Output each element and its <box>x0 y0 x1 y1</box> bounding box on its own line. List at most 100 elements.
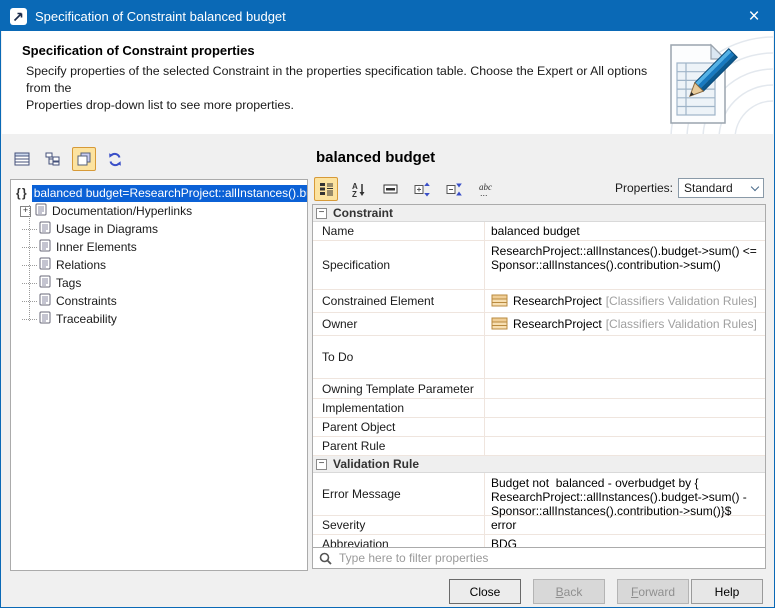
property-value[interactable] <box>485 379 765 398</box>
tree-view-icon[interactable] <box>41 147 65 171</box>
tree-item-constraints[interactable]: Constraints <box>11 292 307 310</box>
close-button[interactable]: Close <box>449 579 521 604</box>
tree-item-label: Relations <box>56 258 106 272</box>
specification-dialog: Specification of Constraint balanced bud… <box>0 0 775 608</box>
property-row-parent-object[interactable]: Parent Object <box>313 418 765 437</box>
svg-text:...: ... <box>480 188 488 196</box>
spec-page-icon <box>39 221 51 237</box>
property-value[interactable]: error <box>485 516 765 534</box>
collapse-all-icon[interactable] <box>442 177 466 201</box>
property-value[interactable]: ResearchProject [Classifiers Validation … <box>485 290 765 312</box>
tree-toolbar <box>10 147 127 171</box>
grid-view-icon[interactable] <box>10 147 34 171</box>
property-value[interactable] <box>485 336 765 378</box>
tree-item-label: Usage in Diagrams <box>56 222 158 236</box>
section-validation-rule[interactable]: − Validation Rule <box>313 456 765 473</box>
dialog-app-icon <box>10 8 27 25</box>
class-icon <box>491 294 508 310</box>
refresh-icon[interactable] <box>103 147 127 171</box>
property-value[interactable] <box>485 437 765 455</box>
property-label: Owner <box>313 313 485 335</box>
element-title: balanced budget <box>316 149 435 166</box>
property-row-error-message[interactable]: Error Message Budget not balanced - over… <box>313 473 765 516</box>
section-constraint[interactable]: − Constraint <box>313 205 765 222</box>
property-label: Implementation <box>313 399 485 417</box>
property-row-name[interactable]: Name balanced budget <box>313 222 765 241</box>
property-label: Owning Template Parameter <box>313 379 485 398</box>
spec-page-icon <box>39 275 51 291</box>
property-row-constrained-element[interactable]: Constrained Element ResearchProject [Cla… <box>313 290 765 313</box>
forward-button[interactable]: Forward <box>617 579 689 604</box>
chevron-down-icon <box>747 187 763 190</box>
tree-item-usage-in-diagrams[interactable]: Usage in Diagrams <box>11 220 307 238</box>
property-row-owner[interactable]: Owner ResearchProject [Classifiers Valid… <box>313 313 765 336</box>
button-bar: Close Back Forward Help <box>2 572 773 607</box>
close-icon[interactable]: × <box>734 7 774 26</box>
dialog-header: Specification of Constraint properties S… <box>2 31 773 135</box>
spec-tree-panel: { } balanced budget=ResearchProject::all… <box>10 179 308 571</box>
properties-mode-select[interactable]: Standard <box>678 178 764 198</box>
property-row-severity[interactable]: Severity error <box>313 516 765 535</box>
property-row-to-do[interactable]: To Do <box>313 336 765 379</box>
filter-box <box>312 547 766 569</box>
spec-page-icon <box>39 311 51 327</box>
help-button[interactable]: Help <box>691 579 763 604</box>
section-title: Constraint <box>333 206 393 220</box>
stack-view-icon[interactable] <box>72 147 96 171</box>
sort-alphabetically-icon[interactable]: AZ <box>346 177 370 201</box>
spec-page-icon <box>39 293 51 309</box>
search-icon <box>319 552 332 565</box>
document-pencil-icon <box>653 39 745 131</box>
tree-item-label: Traceability <box>56 312 117 326</box>
flat-list-icon[interactable] <box>378 177 402 201</box>
property-value[interactable] <box>485 418 765 436</box>
tree-item-inner-elements[interactable]: Inner Elements <box>11 238 307 256</box>
tree-item-documentation[interactable]: + Documentation/Hyperlinks <box>11 202 307 220</box>
properties-label: Properties: <box>615 181 673 195</box>
property-label: To Do <box>313 336 485 378</box>
property-value[interactable]: balanced budget <box>485 222 765 240</box>
window-title: Specification of Constraint balanced bud… <box>35 9 734 24</box>
class-icon <box>491 317 508 333</box>
property-row-specification[interactable]: Specification ResearchProject::allInstan… <box>313 241 765 290</box>
spec-tree: { } balanced budget=ResearchProject::all… <box>11 180 307 328</box>
property-row-owning-template-parameter[interactable]: Owning Template Parameter <box>313 379 765 399</box>
categorized-view-icon[interactable] <box>314 177 338 201</box>
tree-item-label: balanced budget=ResearchProject::allInst… <box>32 185 307 202</box>
property-label: Severity <box>313 516 485 534</box>
property-row-parent-rule[interactable]: Parent Rule <box>313 437 765 456</box>
expand-all-icon[interactable] <box>410 177 434 201</box>
property-label: Error Message <box>313 473 485 515</box>
element-name: ResearchProject <box>513 294 602 308</box>
title-bar: Specification of Constraint balanced bud… <box>1 1 774 31</box>
show-description-icon[interactable]: abc... <box>474 177 498 201</box>
property-value[interactable]: Budget not balanced - overbudget by { Re… <box>485 473 765 515</box>
section-title: Validation Rule <box>333 457 419 471</box>
main-area: { } balanced budget=ResearchProject::all… <box>2 134 773 608</box>
property-row-implementation[interactable]: Implementation <box>313 399 765 418</box>
tree-item-label: Inner Elements <box>56 240 137 254</box>
filter-input[interactable] <box>337 550 765 566</box>
property-value[interactable]: ResearchProject [Classifiers Validation … <box>485 313 765 335</box>
back-button[interactable]: Back <box>533 579 605 604</box>
property-value[interactable] <box>485 399 765 417</box>
collapse-icon[interactable]: − <box>316 208 327 219</box>
tree-item-relations[interactable]: Relations <box>11 256 307 274</box>
tree-item-selected[interactable]: { } balanced budget=ResearchProject::all… <box>11 184 307 202</box>
tree-item-tags[interactable]: Tags <box>11 274 307 292</box>
property-label: Constrained Element <box>313 290 485 312</box>
property-value[interactable]: ResearchProject::allInstances().budget->… <box>485 241 765 289</box>
tree-item-label: Tags <box>56 276 81 290</box>
constraint-braces-icon: { } <box>16 186 26 200</box>
tree-item-traceability[interactable]: Traceability <box>11 310 307 328</box>
property-label: Name <box>313 222 485 240</box>
property-label: Parent Rule <box>313 437 485 455</box>
spec-page-icon <box>39 257 51 273</box>
properties-table: − Constraint Name balanced budget Specif… <box>312 204 766 554</box>
properties-toolbar: AZ abc... <box>314 177 498 201</box>
property-label: Parent Object <box>313 418 485 436</box>
collapse-icon[interactable]: − <box>316 459 327 470</box>
tree-connector-line <box>29 205 30 321</box>
tree-item-label: Documentation/Hyperlinks <box>52 204 192 218</box>
properties-mode-value: Standard <box>679 181 747 195</box>
